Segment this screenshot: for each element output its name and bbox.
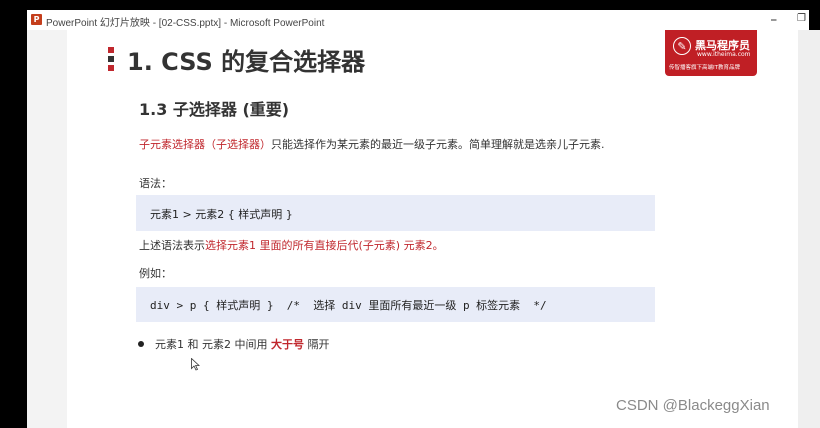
accent-bar	[108, 56, 114, 62]
syntax-explanation: 上述语法表示选择元素1 里面的所有直接后代(子元素) 元素2。	[139, 237, 444, 253]
bullet-suffix: 隔开	[307, 338, 330, 351]
syntax-label: 语法：	[139, 177, 172, 190]
syntax-code-box: 元素1 > 元素2 { 样式声明 }	[136, 195, 655, 231]
slide-canvas: 1. CSS 的复合选择器 ✎ 黑马程序员 www.itheima.com 传智…	[67, 30, 798, 428]
brand-logo: ✎ 黑马程序员 www.itheima.com 传智播客旗下高端IT教育品牌	[665, 30, 757, 76]
mouse-cursor-icon	[191, 358, 200, 371]
powerpoint-icon: P	[31, 14, 42, 25]
example-code-box: div > p { 样式声明 } /* 选择 div 里面所有最近一级 p 标签…	[136, 287, 655, 322]
syntax-code: 元素1 > 元素2 { 样式声明 }	[150, 208, 293, 221]
window-titlebar: P PowerPoint 幻灯片放映 - [02-CSS.pptx] - Mic…	[27, 10, 809, 30]
left-margin	[27, 30, 67, 428]
bullet-dot	[138, 341, 144, 347]
logo-url: www.itheima.com	[697, 51, 751, 58]
section-heading: 1.3 子选择器 (重要)	[139, 100, 290, 119]
watermark: CSDN @BlackeggXian	[616, 397, 770, 414]
example-label: 例如：	[139, 267, 172, 280]
explain-highlight: 选择元素1 里面的所有直接后代(子元素) 元素2。	[205, 239, 444, 252]
title-accent-bars	[108, 47, 114, 74]
definition-text: 子元素选择器（子选择器）只能选择作为某元素的最近一级子元素。简单理解就是选亲儿子…	[139, 136, 605, 152]
example-code: div > p { 样式声明 } /* 选择 div 里面所有最近一级 p 标签…	[150, 299, 547, 312]
definition-rest: 只能选择作为某元素的最近一级子元素。简单理解就是选亲儿子元素.	[271, 138, 605, 151]
minimize-button[interactable]: ⎯	[771, 13, 777, 27]
accent-bar	[108, 47, 114, 53]
definition-highlight: 子元素选择器（子选择器）	[139, 138, 271, 151]
bullet-text: 元素1 和 元素2 中间用 大于号 隔开	[155, 336, 330, 352]
explain-prefix: 上述语法表示	[139, 239, 205, 252]
logo-slogan: 传智播客旗下高端IT教育品牌	[669, 65, 740, 71]
restore-button[interactable]: ❐	[797, 13, 806, 24]
slide-title: 1. CSS 的复合选择器	[127, 48, 366, 76]
window-title: PowerPoint 幻灯片放映 - [02-CSS.pptx] - Micro…	[46, 18, 325, 29]
bullet-highlight: 大于号	[271, 338, 304, 351]
bullet-prefix: 元素1 和 元素2 中间用	[155, 338, 268, 351]
accent-bar	[108, 65, 114, 71]
logo-mark-icon: ✎	[673, 37, 691, 55]
right-margin	[798, 30, 820, 428]
